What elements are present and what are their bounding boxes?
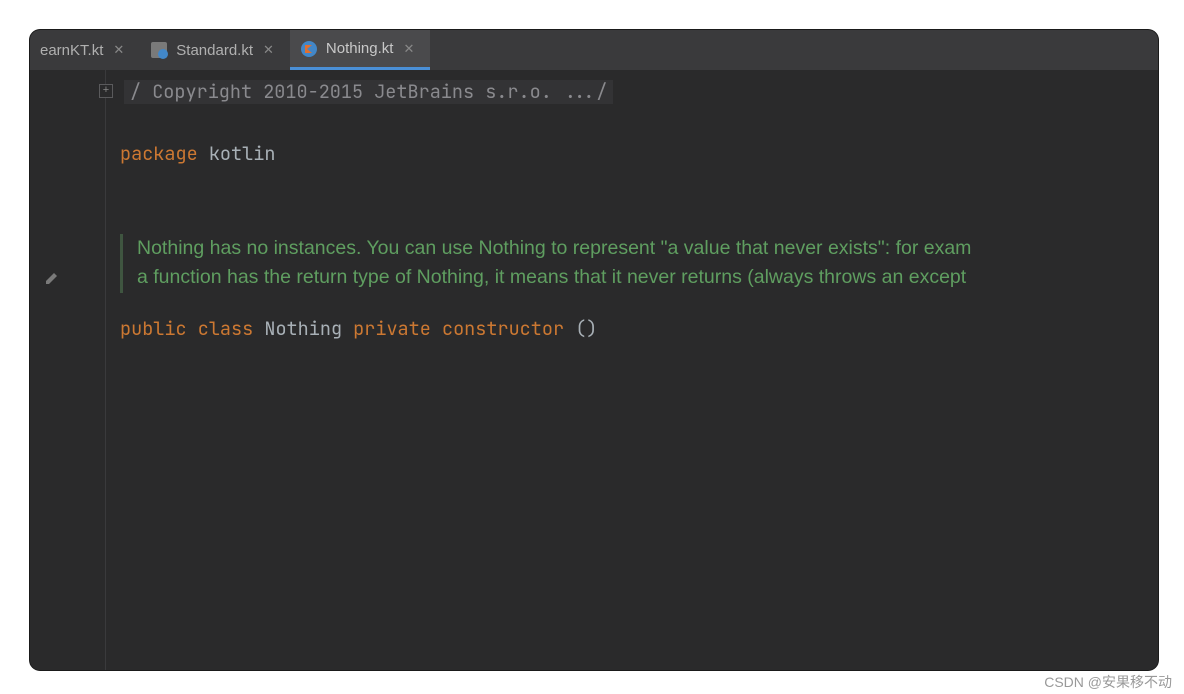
ide-window: earnKT.kt ✕ Standard.kt ✕ Nothing.kt ✕ [30,30,1158,670]
package-name: kotlin [209,141,276,166]
code-editor[interactable]: / Copyright 2010-2015 JetBrains s.r.o. .… [106,70,1158,670]
gutter: + [30,70,106,670]
private-keyword: private [353,316,431,341]
public-keyword: public [120,316,187,341]
class-name: Nothing [264,316,342,341]
editor-area: + / Copyright 2010-2015 JetBrains s.r.o.… [30,70,1158,670]
tab-label: Nothing.kt [326,40,394,57]
package-keyword: package [120,141,198,166]
doc-line: Nothing has no instances. You can use No… [137,234,1158,263]
fold-icon[interactable]: + [99,84,113,98]
doc-line: a function has the return type of Nothin… [137,263,1158,292]
tab-bar: earnKT.kt ✕ Standard.kt ✕ Nothing.kt ✕ [30,30,1158,70]
close-icon[interactable]: ✕ [261,40,276,60]
parens: () [575,316,597,341]
doc-comment: Nothing has no instances. You can use No… [120,234,1158,293]
tab-standard[interactable]: Standard.kt ✕ [140,30,290,70]
tab-learnkt[interactable]: earnKT.kt ✕ [30,30,140,70]
kotlin-file-icon [300,40,318,58]
edit-icon[interactable] [44,270,60,291]
watermark: CSDN @安果移不动 [1044,672,1172,692]
close-icon[interactable]: ✕ [401,39,416,59]
constructor-keyword: constructor [442,316,564,341]
close-icon[interactable]: ✕ [111,40,126,60]
class-keyword: class [198,316,254,341]
class-declaration: public class Nothing private constructor… [120,317,1158,341]
copyright-folded[interactable]: / Copyright 2010-2015 JetBrains s.r.o. .… [124,80,613,104]
tab-nothing[interactable]: Nothing.kt ✕ [290,30,430,70]
tab-label: Standard.kt [176,42,253,59]
kotlin-file-icon [150,41,168,59]
tab-label: earnKT.kt [40,42,103,59]
